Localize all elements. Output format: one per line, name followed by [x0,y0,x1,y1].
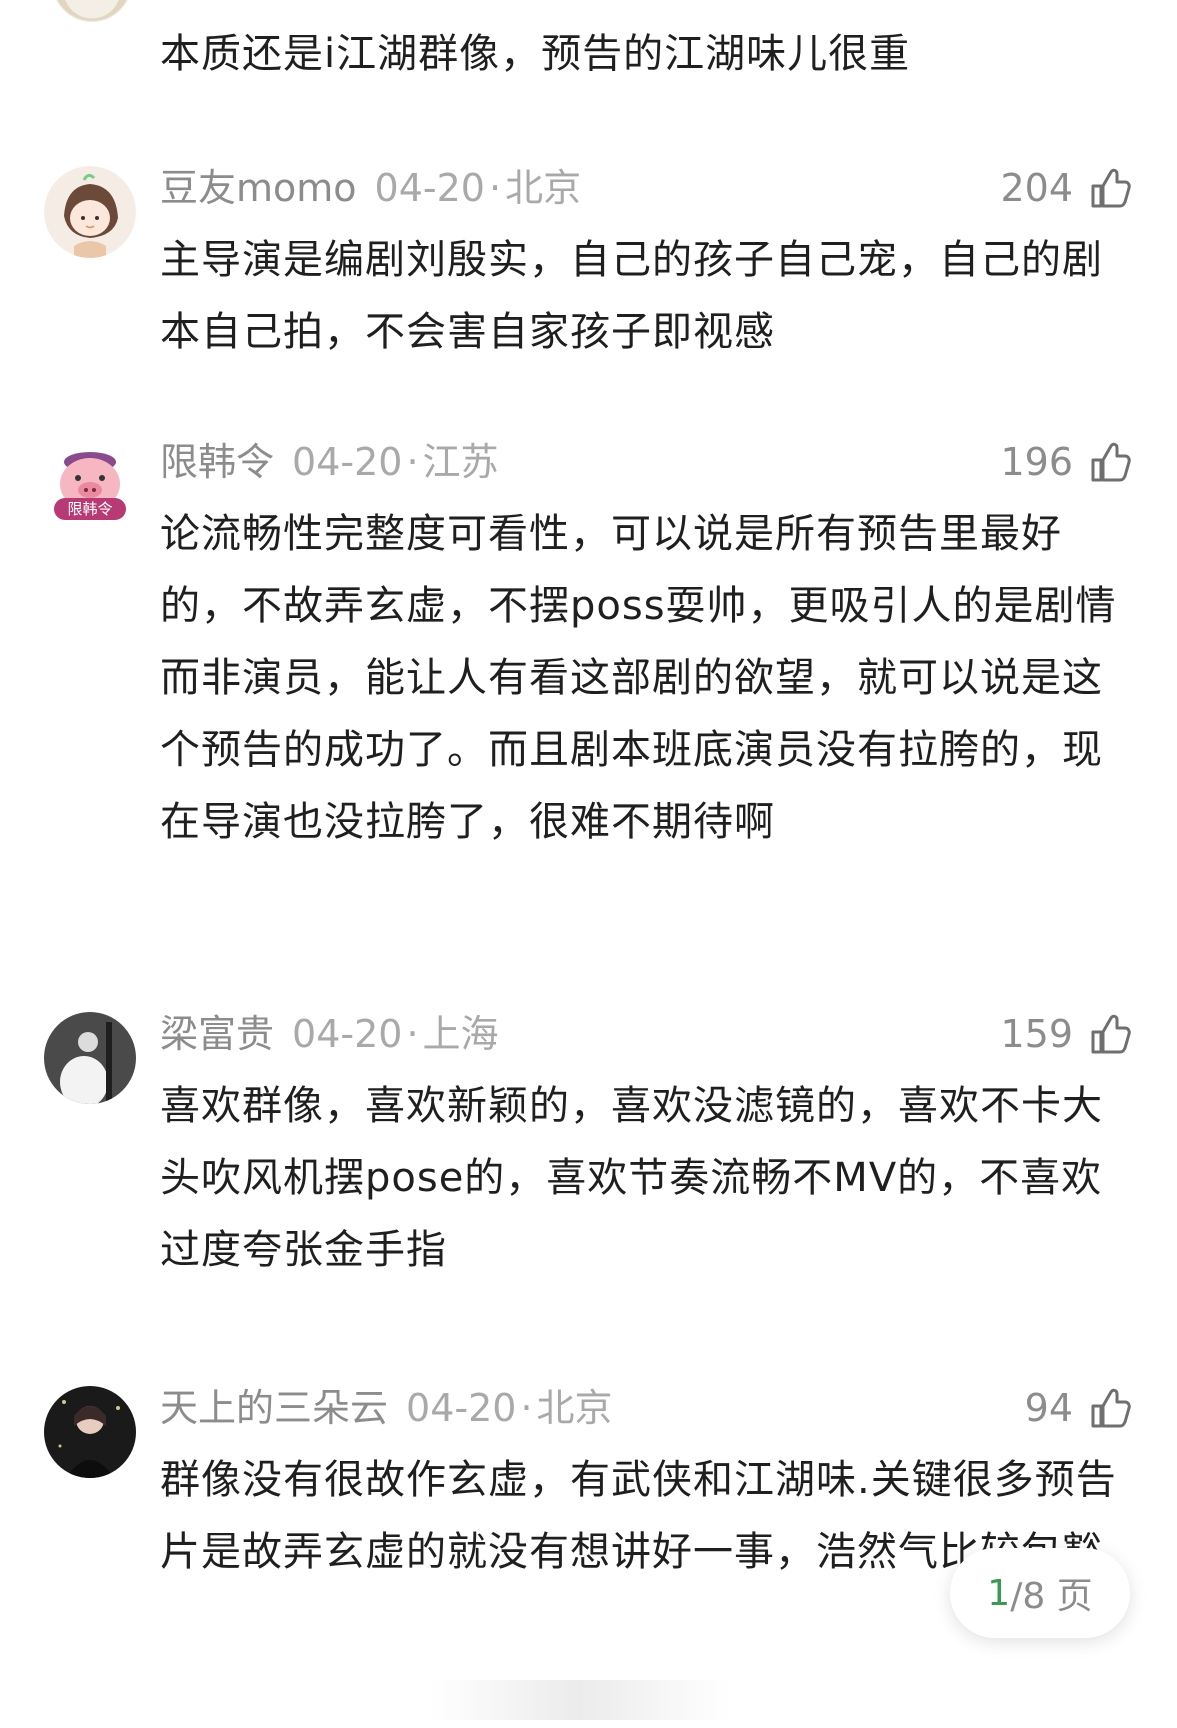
meta-separator: · [406,440,419,484]
comment-date: 04-20 [292,440,403,484]
thumbs-up-icon [1091,168,1131,208]
avatar[interactable] [44,166,136,258]
comment-meta: 梁富贵 04-20 · 上海 [160,1008,499,1060]
thumbs-up-icon [1091,442,1131,482]
comment-text: 喜欢群像，喜欢新颖的，喜欢没滤镜的，喜欢不卡大头吹风机摆pose的，喜欢节奏流畅… [160,1083,1103,1273]
comment-date: 04-20 [292,1012,403,1056]
like-button[interactable]: 159 [1000,1008,1133,1060]
comment-date: 04-20 [406,1386,517,1430]
comment-location: 江苏 [422,440,499,484]
like-count: 159 [1000,1012,1073,1056]
like-count: 94 [1024,1386,1073,1430]
comment-location: 北京 [505,166,582,210]
meta-separator: · [488,166,502,210]
comment-location: 上海 [422,1012,499,1056]
comment-meta: 豆友momo 04-20 · 北京 [160,162,581,214]
total-pages: /8 页 [1010,1576,1093,1617]
username[interactable]: 限韩令 [160,440,274,484]
comment-location: 北京 [536,1386,613,1430]
like-count: 204 [1000,166,1073,210]
comment-text: 论流畅性完整度可看性，可以说是所有预告里最好的，不故弄玄虚，不摆poss耍帅，更… [160,511,1117,845]
like-button[interactable]: 94 [1025,1382,1133,1434]
username[interactable]: 梁富贵 [160,1012,274,1056]
avatar[interactable] [52,0,132,22]
watermark [430,1680,730,1720]
avatar[interactable]: 限韩令 [44,440,136,532]
avatar[interactable] [44,1012,136,1104]
comment-text: 本质还是i江湖群像，预告的江湖味儿很重 [160,31,911,77]
avatar-badge-text: 限韩令 [67,500,112,518]
meta-separator: · [406,1012,419,1056]
page-indicator[interactable]: 1/8 页 [950,1548,1130,1638]
comment-meta: 限韩令 04-20 · 江苏 [160,436,499,488]
thumbs-up-icon [1091,1014,1131,1054]
username[interactable]: 天上的三朵云 [160,1386,388,1430]
comment-date: 04-20 [374,166,485,210]
thumbs-up-icon [1091,1388,1131,1428]
username[interactable]: 豆友momo [160,166,357,210]
current-page: 1 [987,1572,1011,1614]
comment-meta: 天上的三朵云 04-20 · 北京 [160,1382,613,1434]
meta-separator: · [520,1386,533,1430]
comment-text: 主导演是编剧刘殷实，自己的孩子自己宠，自己的剧本自己拍，不会害自家孩子即视感 [160,237,1103,355]
like-count: 196 [1000,440,1073,484]
like-button[interactable]: 196 [1000,436,1133,488]
avatar[interactable] [44,1386,136,1478]
like-button[interactable]: 204 [1000,162,1133,214]
